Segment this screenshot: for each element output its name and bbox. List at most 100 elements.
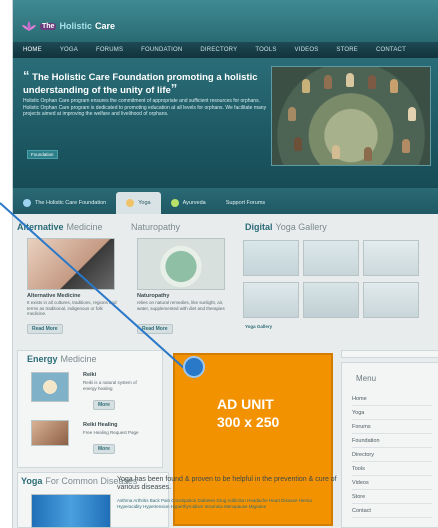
lotus-icon [22,21,36,31]
gallery-thumb[interactable] [363,282,419,318]
heading-bold: Yoga [21,476,43,486]
feature-tabs: The Holistic Care Foundation Yoga Ayurve… [13,188,438,214]
globe-icon [23,199,31,207]
menu-title: Menu [356,374,377,383]
nav-home[interactable]: HOME [13,47,51,53]
menu-item-contact[interactable]: Contact [352,508,432,518]
heading-light: Yoga Gallery [275,222,327,232]
photo-figure [368,75,376,89]
gallery-thumb[interactable] [363,240,419,276]
reiki-title[interactable]: Reiki [83,372,96,378]
nav-foundation[interactable]: FOUNDATION [132,47,191,53]
site-header: The Holistic Care [13,0,438,42]
tab-label: Yoga [138,200,151,206]
nav-tools[interactable]: TOOLS [246,47,285,53]
logo-the: The [40,22,57,30]
photo-figure [302,79,310,93]
menu-item-store[interactable]: Store [352,494,432,504]
ad-label: AD UNIT 300 x 250 [217,395,279,431]
tab-label: The Holistic Care Foundation [35,200,107,206]
close-quote-mark: ” [170,81,178,96]
reiki-healing-text: Free Healing Request Page [83,430,139,435]
gallery-caption[interactable]: Yoga Gallery [245,324,272,329]
alt-medicine-image[interactable] [27,238,115,290]
menu-item-directory[interactable]: Directory [352,452,432,462]
main-content: Alternative Medicine Naturopathy Digital… [13,214,438,528]
yoga-pose-icon [126,199,135,207]
gallery-thumb[interactable] [303,240,359,276]
tab-yoga[interactable]: Yoga [116,192,161,214]
tab-label: Ayurveda [182,200,206,206]
menu-item-home[interactable]: Home [352,396,432,406]
tab-label: Support Forums [225,200,266,206]
energy-medicine-box [17,350,163,468]
gallery-thumb[interactable] [243,240,299,276]
reiki-text: Reiki is a natural system of energy heal… [83,380,137,391]
heading-bold: Energy [27,354,58,364]
ad-line-1: AD UNIT [217,396,274,412]
photo-figure [288,107,296,121]
alt-medicine-heading: Alternative Medicine [17,220,103,234]
leaf-icon [170,199,179,207]
alt-medicine-title[interactable]: Alternative Medicine [27,293,81,299]
photo-figure [402,139,410,153]
menu-item-tools[interactable]: Tools [352,466,432,476]
yoga-diseases-image[interactable] [31,494,111,528]
sidebar-menu: Menu Home Yoga Forums Foundation Directo… [341,362,438,528]
nav-contact[interactable]: CONTACT [367,47,415,53]
naturopathy-title[interactable]: Naturopathy [137,293,169,299]
alt-medicine-read-more[interactable]: Read More [27,324,63,334]
disease-links[interactable]: Asthma Arthritis Back Pain Constipation … [117,498,337,510]
naturopathy-image[interactable] [137,238,225,290]
heading-bold: Digital [245,222,273,232]
naturopathy-text: relies on natural remedies, like sunligh… [137,300,225,311]
photo-figure [408,107,416,121]
reiki-healing-title[interactable]: Reiki Healing [83,422,118,428]
naturopathy-read-more[interactable]: Read More [137,324,173,334]
hero-quote: “ The Holistic Care Foundation promoting… [23,68,263,96]
menu-item-videos[interactable]: Videos [352,480,432,490]
hero-quote-text: The Holistic Care Foundation promoting a… [23,72,258,96]
nav-yoga[interactable]: YOGA [51,47,87,53]
hero-photo [271,66,431,166]
tab-foundation[interactable]: The Holistic Care Foundation [13,192,116,214]
reiki-image[interactable] [31,372,69,402]
heading-bold: Alternative [17,222,64,232]
nav-store[interactable]: STORE [327,47,367,53]
photo-figure [346,73,354,87]
main-nav: HOME YOGA FORUMS FOUNDATION DIRECTORY TO… [13,42,438,58]
menu-item-foundation[interactable]: Foundation [352,438,432,448]
ad-line-2: 300 x 250 [217,414,280,430]
tab-support-forums[interactable]: Support Forums [216,192,275,214]
heading-light: Medicine [60,354,97,364]
naturopathy-heading: Naturopathy [131,220,180,234]
photo-figure [390,79,398,93]
gallery-thumb[interactable] [243,282,299,318]
hero-tag[interactable]: Foundation [27,150,58,159]
nav-videos[interactable]: VIDEOS [286,47,328,53]
heading-light: Naturopathy [131,222,181,232]
photo-figure [364,147,372,161]
gallery-heading: Digital Yoga Gallery [245,220,327,234]
logo-care: Care [94,21,115,31]
photo-figure [324,75,332,89]
open-quote-mark: “ [23,68,30,83]
tab-ayurveda[interactable]: Ayurveda [161,192,216,214]
sidebar-strip [341,350,438,358]
alt-medicine-text: It exists in all cultures, traditions, r… [27,300,117,317]
logo-holistic: Holistic [59,21,92,31]
nav-forums[interactable]: FORUMS [87,47,132,53]
yoga-headline: Yoga has been found & proven to be helpf… [117,476,337,491]
gallery-thumb[interactable] [303,282,359,318]
reiki-healing-more-button[interactable]: More [93,444,115,454]
reiki-healing-image[interactable] [31,420,69,446]
site-logo[interactable]: The Holistic Care [21,20,115,32]
reiki-more-button[interactable]: More [93,400,115,410]
photo-figure [294,137,302,151]
nav-directory[interactable]: DIRECTORY [191,47,246,53]
website-frame: The Holistic Care HOME YOGA FORUMS FOUND… [12,0,438,528]
menu-item-forums[interactable]: Forums [352,424,432,434]
energy-medicine-heading: Energy Medicine [27,352,97,366]
pointer-marker [183,356,205,378]
menu-item-yoga[interactable]: Yoga [352,410,432,420]
